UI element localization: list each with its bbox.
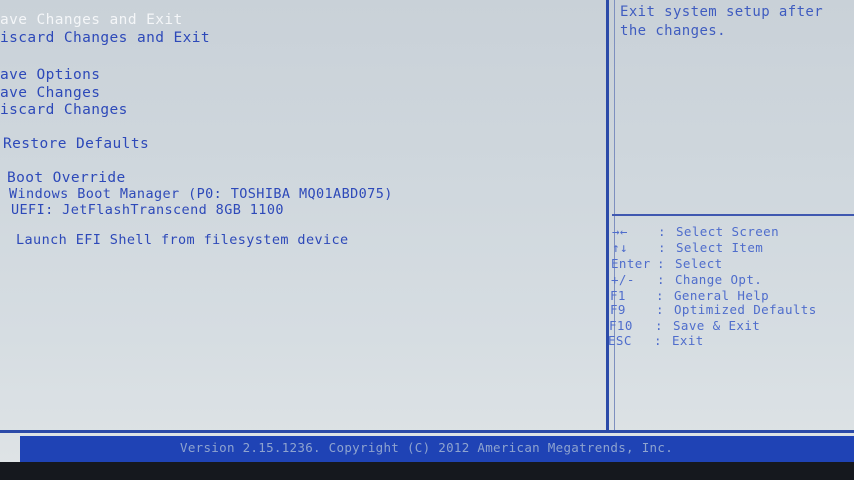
- key-legend-row: F9: Optimized Defaults: [610, 302, 817, 317]
- menu-item-save-changes[interactable]: ave Changes: [0, 85, 100, 101]
- menu-item-launch-efi-shell[interactable]: Launch EFI Shell from filesystem device: [16, 232, 349, 248]
- section-heading-boot-override: Boot Override: [7, 170, 126, 186]
- key-legend-row: →←: Select Screen: [612, 224, 779, 239]
- menu-item-discard-changes[interactable]: iscard Changes: [0, 102, 128, 118]
- key-separator: :: [657, 272, 665, 287]
- version-copyright-text: Version 2.15.1236. Copyright (C) 2012 Am…: [180, 440, 674, 455]
- key-label: F10: [609, 318, 633, 333]
- help-divider: [612, 214, 854, 216]
- key-separator: :: [656, 288, 664, 303]
- help-description-line2: the changes.: [620, 23, 726, 39]
- key-legend-row: F10: Save & Exit: [609, 318, 760, 333]
- key-action: Select Item: [676, 240, 764, 255]
- key-separator: :: [654, 333, 662, 348]
- key-legend: →←: Select Screen ↑↓: Select Item Enter: Se…: [608, 222, 854, 422]
- key-separator: :: [658, 224, 666, 239]
- key-action: Exit: [672, 333, 704, 348]
- boot-option-windows-boot-manager[interactable]: Windows Boot Manager (P0: TOSHIBA MQ01AB…: [9, 186, 393, 202]
- key-label: F1: [610, 288, 626, 303]
- key-action: Optimized Defaults: [674, 302, 817, 317]
- help-description-pane: Exit system setup after the changes.: [620, 0, 850, 210]
- bios-screen: ave Changes and Exit iscard Changes and …: [0, 0, 854, 480]
- section-heading-save-options: ave Options: [0, 67, 101, 83]
- key-label: ↑↓: [612, 240, 628, 255]
- key-label: ESC: [608, 333, 632, 348]
- menu-item-save-changes-and-exit[interactable]: ave Changes and Exit: [0, 12, 183, 28]
- key-action: Save & Exit: [673, 318, 761, 333]
- key-separator: :: [656, 302, 664, 317]
- boot-option-uefi-jetflash[interactable]: UEFI: JetFlashTranscend 8GB 1100: [11, 202, 284, 218]
- key-separator: :: [658, 240, 666, 255]
- key-legend-row: +/-: Change Opt.: [611, 272, 762, 287]
- key-label: +/-: [611, 272, 635, 287]
- key-action: Change Opt.: [675, 272, 763, 287]
- key-label: →←: [612, 224, 628, 239]
- key-separator: :: [657, 256, 665, 271]
- key-action: General Help: [674, 288, 770, 303]
- key-label: F9: [610, 302, 626, 317]
- key-action: Select: [675, 256, 723, 271]
- key-legend-row: ↑↓: Select Item: [612, 240, 763, 255]
- help-description-line1: Exit system setup after: [620, 4, 824, 20]
- monitor-bezel: [0, 462, 854, 480]
- menu-pane: ave Changes and Exit iscard Changes and …: [0, 0, 604, 430]
- key-legend-row: ESC: Exit: [608, 333, 704, 348]
- bottom-border: [0, 430, 854, 433]
- pane-divider: [606, 0, 609, 430]
- key-legend-row: F1: General Help: [610, 288, 769, 303]
- key-separator: :: [655, 318, 663, 333]
- menu-item-restore-defaults[interactable]: Restore Defaults: [3, 136, 149, 152]
- status-bar: Version 2.15.1236. Copyright (C) 2012 Am…: [20, 436, 854, 462]
- key-legend-row: Enter: Select: [611, 256, 723, 271]
- key-label: Enter: [611, 256, 651, 271]
- menu-item-discard-changes-and-exit[interactable]: iscard Changes and Exit: [0, 30, 210, 46]
- key-action: Select Screen: [676, 224, 780, 239]
